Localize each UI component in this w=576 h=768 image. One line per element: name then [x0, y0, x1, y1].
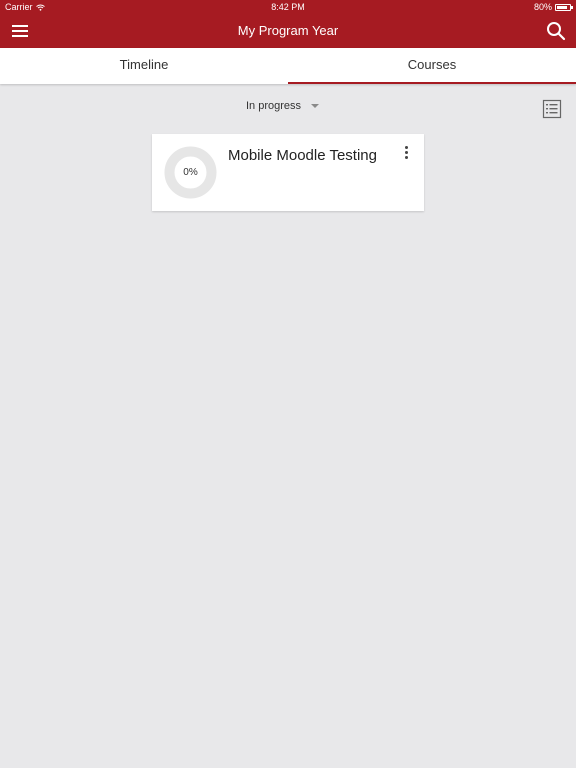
- battery-fill: [557, 5, 567, 9]
- list-view-icon: [542, 99, 562, 119]
- tab-timeline[interactable]: Timeline: [0, 48, 288, 84]
- course-progress-label: 0%: [183, 167, 198, 178]
- tab-courses[interactable]: Courses: [288, 48, 576, 84]
- battery-icon: [555, 3, 573, 11]
- search-button[interactable]: [544, 19, 568, 43]
- search-icon: [547, 22, 566, 41]
- course-card[interactable]: 0% Mobile Moodle Testing: [152, 134, 424, 211]
- page-title: My Program Year: [237, 23, 339, 38]
- app-bar: My Program Year: [0, 14, 576, 48]
- course-options-button[interactable]: [398, 146, 414, 166]
- battery-indicator: 80%: [533, 0, 573, 14]
- battery-percent: 80%: [533, 2, 552, 12]
- filter-row: In progress: [0, 96, 576, 122]
- status-bar: Carrier 8:42 PM 80%: [0, 0, 576, 14]
- tab-bar: Timeline Courses: [0, 48, 576, 84]
- more-vertical-icon: [404, 146, 408, 149]
- filter-selected-label: In progress: [246, 100, 302, 112]
- dropdown-caret-icon: [311, 104, 320, 108]
- status-time: 8:42 PM: [271, 2, 305, 12]
- progress-filter-select[interactable]: In progress: [246, 100, 320, 112]
- view-toggle-button[interactable]: [542, 99, 562, 119]
- course-name: Mobile Moodle Testing: [228, 147, 377, 164]
